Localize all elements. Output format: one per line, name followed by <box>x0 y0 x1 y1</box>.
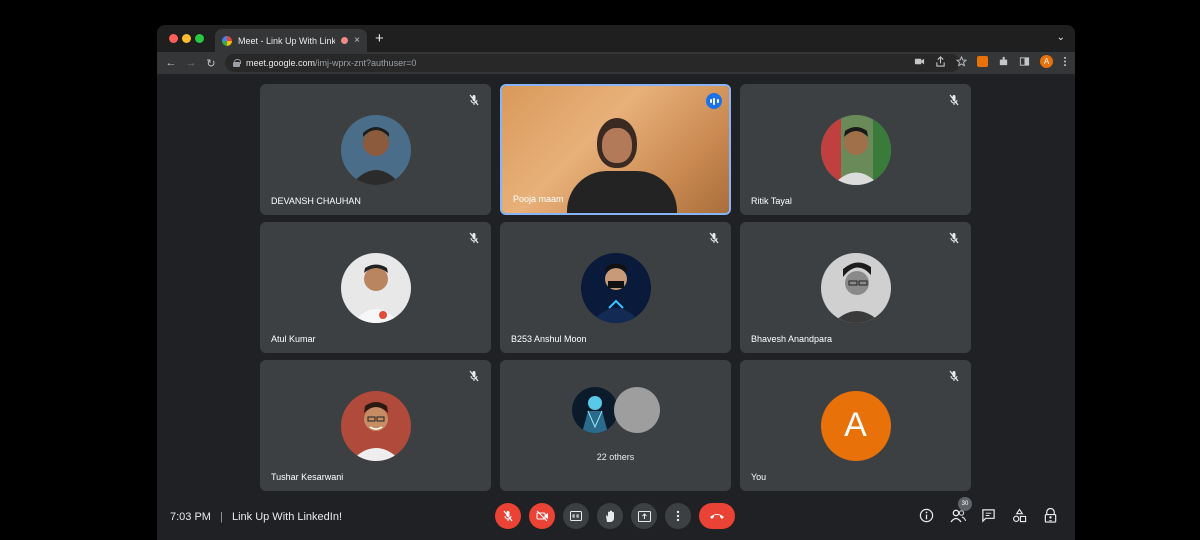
recording-indicator-icon <box>341 37 349 44</box>
mic-off-icon <box>469 370 479 382</box>
tab-search-button[interactable]: ⌄ <box>1057 32 1065 43</box>
camera-icon[interactable] <box>914 56 925 67</box>
meeting-details-button[interactable] <box>918 507 935 524</box>
participant-name: You <box>751 472 767 482</box>
avatar <box>580 252 651 323</box>
window-zoom-button[interactable] <box>195 34 204 43</box>
window-minimize-button[interactable] <box>182 34 191 43</box>
tab-title: Meet - Link Up With Linked <box>238 35 336 46</box>
microphone-toggle-button[interactable] <box>495 503 521 529</box>
hang-up-icon <box>710 514 724 519</box>
share-icon[interactable] <box>935 56 946 67</box>
avatar <box>340 390 411 461</box>
activities-button[interactable] <box>1011 507 1028 524</box>
mic-off-icon <box>709 232 719 244</box>
url-path: /imj-wprx-znt?authuser=0 <box>315 58 417 68</box>
participant-name: DEVANSH CHAUHAN <box>271 196 361 206</box>
meeting-info: 7:03 PM | Link Up With LinkedIn! <box>170 511 342 523</box>
self-avatar: A <box>820 390 891 461</box>
participant-name: Tushar Kesarwani <box>271 472 344 482</box>
lock-icon <box>233 59 241 67</box>
participant-tile[interactable]: B253 Anshul Moon <box>500 222 731 353</box>
more-options-button[interactable] <box>665 503 691 529</box>
hand-icon <box>606 510 614 522</box>
others-avatars <box>572 387 662 435</box>
avatar <box>340 114 411 185</box>
bookmark-star-icon[interactable] <box>956 56 967 67</box>
meeting-controls-bar: 7:03 PM | Link Up With LinkedIn! 30 <box>157 497 1075 540</box>
participant-tile[interactable]: Ritik Tayal <box>740 84 971 215</box>
participant-grid: DEVANSH CHAUHAN Pooja maam Ritik Tayal A… <box>260 84 971 494</box>
present-icon <box>637 510 651 522</box>
mic-off-icon <box>949 94 959 106</box>
participant-tile-active-speaker[interactable]: Pooja maam <box>500 84 731 215</box>
new-tab-button[interactable]: + <box>375 30 384 47</box>
extension-fox-icon[interactable] <box>977 56 988 67</box>
host-controls-button[interactable] <box>1042 507 1059 524</box>
browser-menu-icon[interactable] <box>1063 56 1067 67</box>
participant-name: Bhavesh Anandpara <box>751 334 833 344</box>
participant-name: B253 Anshul Moon <box>511 334 587 344</box>
closed-captions-icon <box>570 511 582 521</box>
present-screen-button[interactable] <box>631 503 657 529</box>
browser-tab[interactable]: Meet - Link Up With Linked × <box>215 29 367 52</box>
address-bar[interactable]: meet.google.com /imj-wprx-znt?authuser=0 <box>225 54 960 72</box>
avatar-placeholder <box>614 387 660 433</box>
activities-shapes-icon <box>1013 508 1027 523</box>
side-panel-icon[interactable] <box>1019 56 1030 67</box>
avatar <box>820 252 891 323</box>
tab-bar: Meet - Link Up With Linked × + ⌄ <box>157 25 1075 52</box>
reload-icon[interactable]: ↻ <box>201 57 221 70</box>
mic-off-icon <box>469 94 479 106</box>
profile-avatar[interactable]: A <box>1040 55 1053 68</box>
window-close-button[interactable] <box>169 34 178 43</box>
lock-person-icon <box>1044 508 1057 523</box>
forward-arrow-icon[interactable]: → <box>181 57 201 69</box>
divider: | <box>220 511 223 523</box>
people-count-badge: 30 <box>958 497 972 511</box>
leave-call-button[interactable] <box>699 503 735 529</box>
mic-off-icon <box>503 510 513 522</box>
back-arrow-icon[interactable]: ← <box>161 57 181 69</box>
browser-toolbar: ← → ↻ meet.google.com /imj-wprx-znt?auth… <box>157 52 1075 74</box>
meet-favicon-icon <box>222 35 232 46</box>
browser-window: Meet - Link Up With Linked × + ⌄ ← → ↻ m… <box>157 25 1075 540</box>
participant-name: Atul Kumar <box>271 334 316 344</box>
avatar <box>340 252 411 323</box>
mic-off-icon <box>949 232 959 244</box>
participant-name: Pooja maam <box>513 194 564 204</box>
participant-tile[interactable]: Bhavesh Anandpara <box>740 222 971 353</box>
speaking-indicator-icon <box>706 93 722 109</box>
tab-close-button[interactable]: × <box>354 35 360 46</box>
url-host: meet.google.com <box>246 58 316 68</box>
meeting-title: Link Up With LinkedIn! <box>231 511 343 523</box>
camera-off-icon <box>536 510 548 522</box>
self-tile[interactable]: A You <box>740 360 971 491</box>
participant-name: Ritik Tayal <box>751 196 792 206</box>
captions-button[interactable] <box>563 503 589 529</box>
participant-tile[interactable]: Tushar Kesarwani <box>260 360 491 491</box>
extensions-puzzle-icon[interactable] <box>998 56 1009 67</box>
participant-tile[interactable]: Atul Kumar <box>260 222 491 353</box>
chat-icon <box>982 509 995 523</box>
others-tile[interactable]: 22 others <box>500 360 731 491</box>
video-person-face <box>602 128 632 163</box>
avatar <box>572 387 618 433</box>
raise-hand-button[interactable] <box>597 503 623 529</box>
meeting-time: 7:03 PM <box>170 511 211 523</box>
info-icon <box>919 508 934 523</box>
avatar <box>820 114 891 185</box>
mic-off-icon <box>469 232 479 244</box>
more-vert-icon <box>676 510 680 522</box>
participant-tile[interactable]: DEVANSH CHAUHAN <box>260 84 491 215</box>
mic-off-icon <box>949 370 959 382</box>
people-button[interactable]: 30 <box>949 497 972 524</box>
chat-button[interactable] <box>980 507 997 524</box>
camera-toggle-button[interactable] <box>529 503 555 529</box>
others-count-label: 22 others <box>596 452 635 462</box>
